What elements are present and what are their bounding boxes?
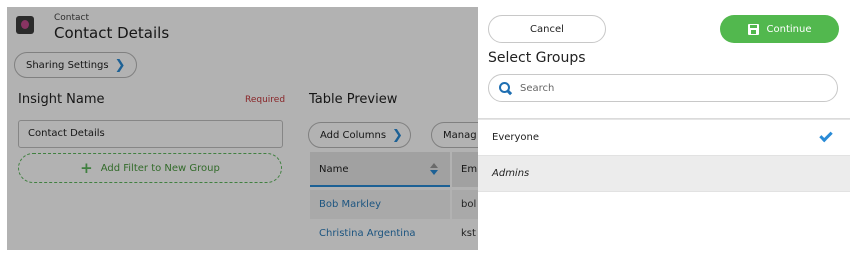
group-item-everyone[interactable]: Everyone (478, 120, 857, 156)
column-header-label: Name (319, 164, 349, 175)
continue-label: Continue (766, 23, 812, 35)
window-edge (850, 0, 857, 257)
add-columns-button[interactable]: Add Columns ❯ (308, 122, 411, 148)
save-icon (747, 23, 759, 35)
chevron-right-icon: ❯ (114, 57, 126, 73)
select-groups-panel: Cancel Continue Select Groups Everyone A… (478, 0, 857, 257)
contact-app-icon (16, 16, 34, 34)
table-cell-name[interactable]: Christina Argentina (310, 219, 450, 248)
plus-icon: + (80, 158, 93, 177)
sharing-settings-label: Sharing Settings (26, 59, 109, 71)
sort-icon[interactable] (430, 163, 438, 175)
sharing-settings-button[interactable]: Sharing Settings ❯ (14, 52, 137, 78)
group-label: Everyone (492, 132, 540, 143)
required-label: Required (245, 95, 286, 105)
table-cell-name[interactable]: Bob Markley (310, 190, 450, 219)
add-filter-label: Add Filter to New Group (100, 162, 220, 174)
table-preview-heading: Table Preview (309, 92, 398, 107)
column-header-name[interactable]: Name (310, 152, 450, 187)
checkmark-icon (819, 128, 833, 143)
panel-title: Select Groups (488, 50, 586, 66)
continue-button[interactable]: Continue (720, 15, 839, 43)
manage-label: Manag (443, 129, 477, 141)
add-filter-button[interactable]: + Add Filter to New Group (18, 153, 282, 183)
search-input[interactable] (520, 82, 820, 94)
cancel-button[interactable]: Cancel (488, 15, 606, 43)
breadcrumb: Contact (54, 13, 90, 23)
search-icon (499, 81, 512, 95)
add-columns-label: Add Columns (320, 129, 387, 141)
insight-name-heading: Insight Name (18, 92, 105, 107)
column-header-label: Em (461, 164, 478, 175)
search-field[interactable] (488, 74, 838, 102)
insight-editor-page: Contact Contact Details Sharing Settings… (7, 7, 485, 250)
group-label: Admins (492, 168, 530, 179)
manage-button[interactable]: Manag (431, 122, 485, 148)
group-item-admins[interactable]: Admins (478, 156, 857, 192)
chevron-right-icon: ❯ (392, 127, 403, 143)
insight-name-input[interactable]: Contact Details (18, 120, 283, 148)
page-title: Contact Details (54, 24, 170, 42)
